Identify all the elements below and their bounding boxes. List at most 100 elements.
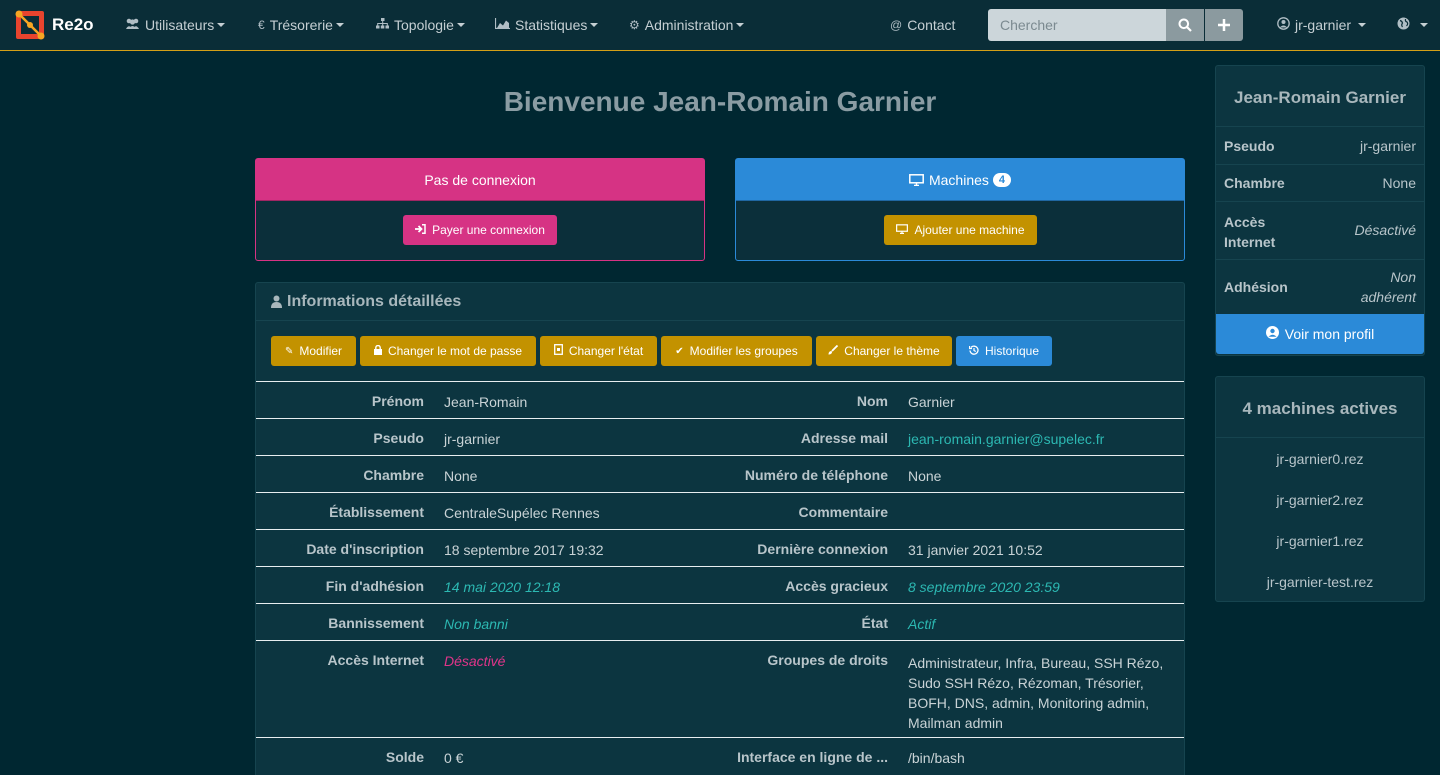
pay-connection-button[interactable]: Payer une connexion bbox=[403, 215, 557, 245]
nav-contact[interactable]: @ Contact bbox=[890, 17, 955, 33]
table-row: Solde 0 € Interface en ligne de ... /bin… bbox=[256, 737, 1184, 775]
search-input[interactable] bbox=[988, 9, 1166, 41]
edit-groups-button[interactable]: ✔ Modifier les groupes bbox=[661, 336, 812, 366]
machines-card: Machines 4 Ajouter une machine bbox=[735, 158, 1185, 261]
globe-icon bbox=[1397, 17, 1410, 33]
nav-tresorerie[interactable]: € Trésorerie bbox=[258, 17, 344, 33]
info-panel-title: Informations détaillées bbox=[287, 292, 462, 310]
profile-row-label: Chambre bbox=[1224, 175, 1285, 191]
active-machines-title: 4 machines actives bbox=[1242, 399, 1398, 418]
table-row: Prénom Jean-Romain Nom Garnier bbox=[256, 381, 1184, 418]
euro-icon: € bbox=[258, 18, 265, 32]
lock-icon bbox=[373, 344, 382, 358]
table-row: Établissement CentraleSupélec Rennes Com… bbox=[256, 492, 1184, 529]
nav-statistiques-label: Statistiques bbox=[515, 17, 588, 33]
pay-connection-label: Payer une connexion bbox=[432, 223, 545, 237]
machine-link[interactable]: jr-garnier0.rez bbox=[1216, 451, 1424, 467]
add-machine-label: Ajouter une machine bbox=[914, 223, 1025, 237]
machine-link[interactable]: jr-garnier2.rez bbox=[1216, 492, 1424, 508]
edit-button[interactable]: ✎ Modifier bbox=[271, 336, 356, 366]
connection-card: Pas de connexion Payer une connexion bbox=[255, 158, 705, 261]
sitemap-icon bbox=[376, 18, 389, 32]
row-label: Adresse mail bbox=[800, 430, 888, 446]
check-icon: ✔ bbox=[675, 345, 684, 357]
row-label: Numéro de téléphone bbox=[744, 467, 888, 483]
sign-in-icon bbox=[415, 223, 426, 237]
table-row: Chambre None Numéro de téléphone None bbox=[256, 455, 1184, 492]
row-label: Date d'inscription bbox=[306, 541, 424, 557]
history-label: Historique bbox=[984, 344, 1040, 358]
user-menu[interactable]: jr-garnier bbox=[1277, 17, 1367, 33]
row-value: 8 septembre 2020 23:59 bbox=[908, 579, 1060, 595]
profile-row: Adhésion Non adhérent bbox=[1216, 259, 1424, 314]
nav-administration[interactable]: ⚙ Administration bbox=[629, 17, 745, 33]
row-value: Administrateur, Infra, Bureau, SSH Rézo,… bbox=[908, 655, 1164, 731]
language-menu[interactable] bbox=[1397, 17, 1428, 33]
profile-panel: Jean-Romain Garnier Pseudo jr-garnier Ch… bbox=[1215, 65, 1425, 356]
chevron-down-icon bbox=[456, 23, 465, 27]
nav-statistiques[interactable]: Statistiques bbox=[494, 17, 599, 33]
edit-groups-label: Modifier les groupes bbox=[689, 344, 798, 358]
users-icon bbox=[125, 18, 140, 32]
nav-topologie-label: Topologie bbox=[394, 17, 454, 33]
history-button[interactable]: Historique bbox=[956, 336, 1052, 366]
machines-count-badge: 4 bbox=[992, 172, 1012, 187]
table-row: Accès Internet Désactivé Groupes de droi… bbox=[256, 640, 1184, 737]
profile-name: Jean-Romain Garnier bbox=[1234, 88, 1406, 107]
table-row: Bannissement Non banni État Actif bbox=[256, 603, 1184, 640]
table-row: Date d'inscription 18 septembre 2017 19:… bbox=[256, 529, 1184, 566]
view-profile-button[interactable]: Voir mon profil bbox=[1216, 314, 1424, 354]
nav-utilisateurs-label: Utilisateurs bbox=[145, 17, 215, 33]
row-label: Dernière connexion bbox=[757, 541, 888, 557]
profile-row-label: Adhésion bbox=[1224, 279, 1288, 295]
chevron-down-icon bbox=[590, 23, 599, 27]
change-password-button[interactable]: Changer le mot de passe bbox=[360, 336, 536, 366]
profile-row: Pseudo jr-garnier bbox=[1216, 126, 1424, 164]
chart-icon bbox=[494, 18, 510, 32]
user-icon bbox=[271, 295, 282, 308]
row-value: None bbox=[908, 468, 942, 484]
table-row: Fin d'adhésion 14 mai 2020 12:18 Accès g… bbox=[256, 566, 1184, 603]
machine-link[interactable]: jr-garnier-test.rez bbox=[1216, 574, 1424, 590]
row-value: Désactivé bbox=[444, 653, 506, 669]
brush-icon bbox=[828, 344, 839, 358]
email-link[interactable]: jean-romain.garnier@supelec.fr bbox=[908, 431, 1104, 447]
profile-row: Chambre None bbox=[1216, 164, 1424, 201]
machines-card-title: Machines bbox=[928, 171, 989, 188]
profile-row-label: Pseudo bbox=[1224, 138, 1275, 154]
view-profile-label: Voir mon profil bbox=[1284, 326, 1375, 342]
chevron-down-icon bbox=[335, 23, 344, 27]
nav-utilisateurs[interactable]: Utilisateurs bbox=[125, 17, 226, 33]
change-state-button[interactable]: Changer l'état bbox=[540, 336, 657, 366]
row-value: 18 septembre 2017 19:32 bbox=[444, 542, 604, 558]
search-button[interactable] bbox=[1166, 9, 1204, 41]
search-icon bbox=[1178, 18, 1192, 32]
row-value: None bbox=[444, 468, 478, 484]
table-row: Pseudo jr-garnier Adresse mail jean-roma… bbox=[256, 418, 1184, 455]
row-value: CentraleSupélec Rennes bbox=[444, 505, 600, 521]
row-value: Jean-Romain bbox=[444, 394, 528, 410]
brand[interactable]: Re2o bbox=[14, 9, 94, 41]
row-label: Solde bbox=[385, 749, 424, 765]
machine-link[interactable]: jr-garnier1.rez bbox=[1216, 533, 1424, 549]
row-label: Pseudo bbox=[373, 430, 424, 446]
nav-topologie[interactable]: Topologie bbox=[376, 17, 465, 33]
change-state-label: Changer l'état bbox=[568, 344, 644, 358]
nav-administration-label: Administration bbox=[644, 17, 734, 33]
brand-name: Re2o bbox=[52, 15, 94, 34]
row-value: /bin/bash bbox=[908, 750, 965, 766]
change-theme-button[interactable]: Changer le thème bbox=[816, 336, 952, 366]
row-value: Garnier bbox=[908, 394, 955, 410]
at-icon: @ bbox=[890, 18, 903, 32]
add-button[interactable] bbox=[1205, 9, 1243, 41]
desktop-icon bbox=[896, 223, 909, 237]
desktop-icon bbox=[909, 173, 924, 186]
add-machine-button[interactable]: Ajouter une machine bbox=[884, 215, 1037, 245]
row-label: Prénom bbox=[371, 393, 424, 409]
chevron-down-icon bbox=[736, 23, 745, 27]
page-title: Bienvenue Jean-Romain Garnier bbox=[503, 86, 937, 117]
row-value: 31 janvier 2021 10:52 bbox=[908, 542, 1043, 558]
user-menu-label: jr-garnier bbox=[1295, 17, 1352, 33]
history-icon bbox=[968, 345, 979, 358]
row-label: Chambre bbox=[363, 467, 424, 483]
